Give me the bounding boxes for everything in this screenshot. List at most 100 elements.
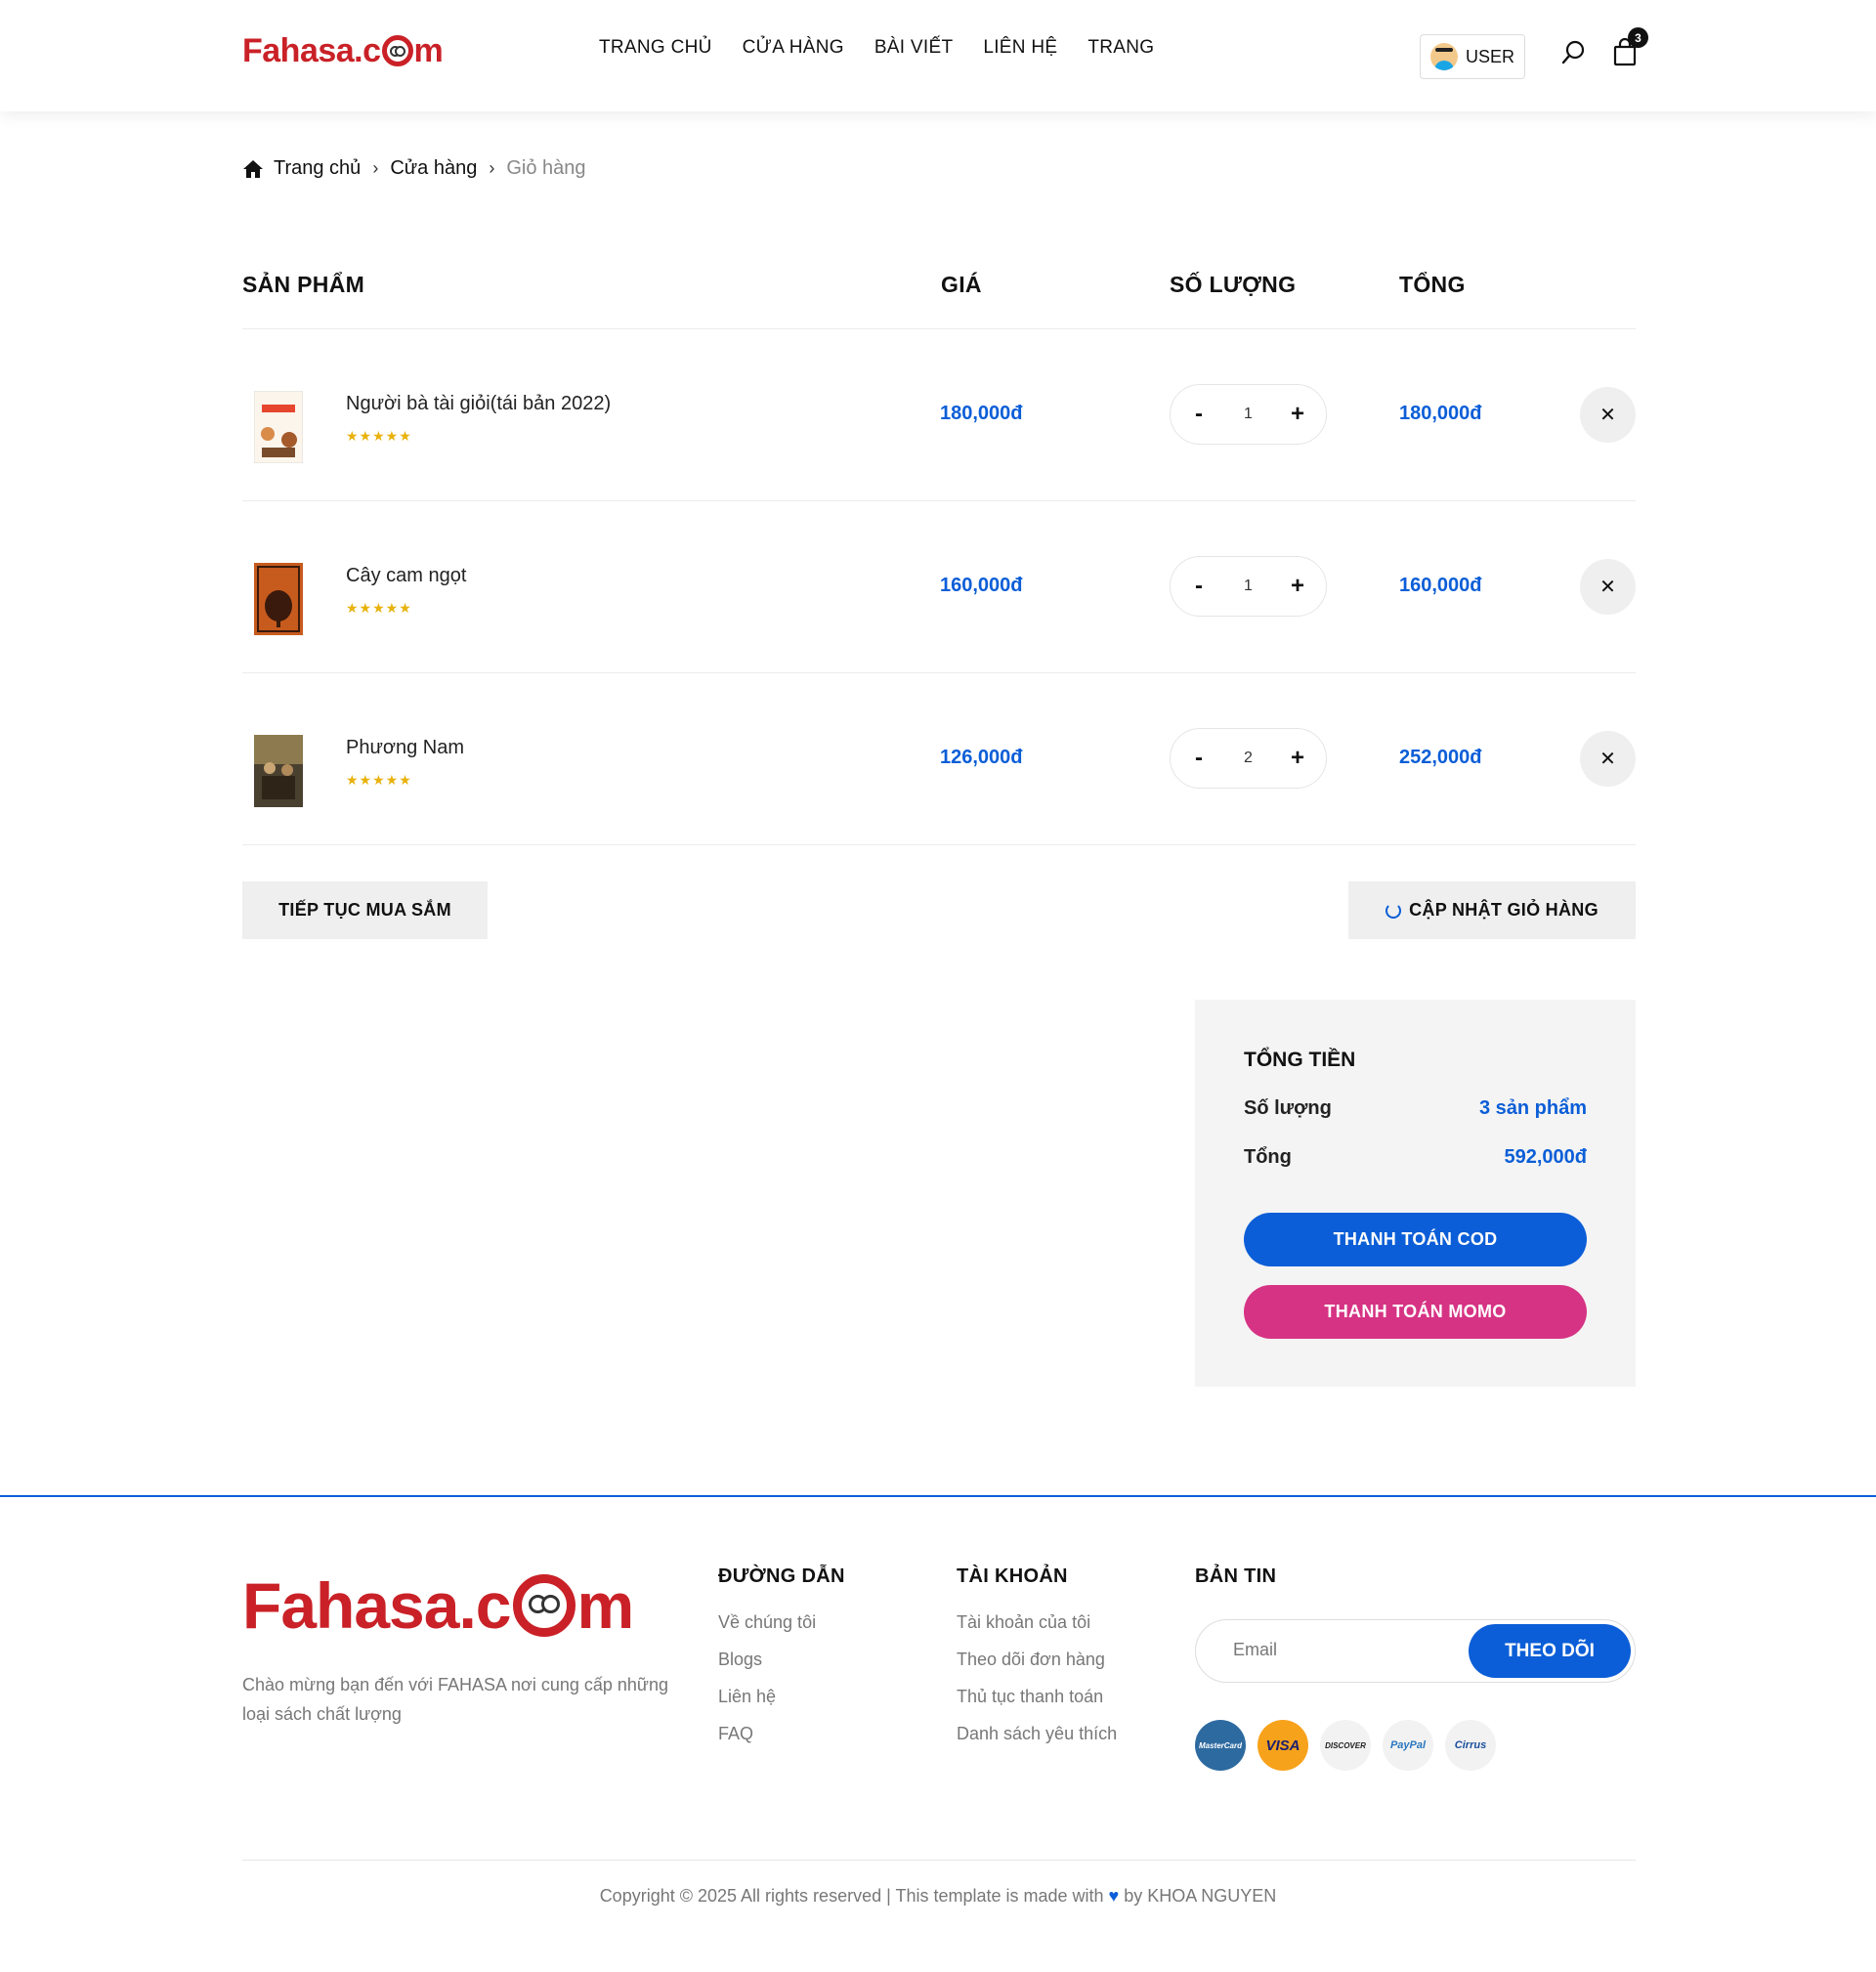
loading-spinner-icon [1386, 902, 1402, 919]
footer-link[interactable]: Danh sách yêu thích [957, 1721, 1117, 1758]
chevron-right-icon: › [489, 158, 495, 178]
newsletter-form: Email THEO DÕI [1195, 1619, 1636, 1683]
footer-link[interactable]: Theo dõi đơn hàng [957, 1647, 1117, 1684]
footer-link[interactable]: Blogs [718, 1647, 816, 1684]
copyright: Copyright © 2025 All rights reserved | T… [0, 1886, 1876, 1907]
continue-shopping-button[interactable]: TIẾP TỤC MUA SẮM [242, 881, 488, 939]
product-name[interactable]: Phương Nam [346, 737, 464, 759]
product-thumbnail[interactable] [254, 735, 303, 807]
rating-stars: ★★★★★ [346, 600, 412, 616]
nav-shop[interactable]: CỬA HÀNG [743, 37, 844, 59]
rating-stars: ★★★★★ [346, 428, 412, 444]
divider [242, 1860, 1636, 1861]
decrease-button[interactable]: - [1188, 745, 1210, 772]
update-cart-button[interactable]: CẬP NHẬT GIỎ HÀNG [1348, 881, 1636, 939]
quantity-stepper: - 2 + [1170, 728, 1327, 789]
divider [242, 328, 1636, 329]
cart-summary: TỔNG TIỀN Số lượng 3 sản phẩm Tổng 592,0… [1195, 1000, 1636, 1387]
footer-account-title: TÀI KHOẢN [957, 1565, 1068, 1587]
nav-home[interactable]: TRANG CHỦ [599, 37, 712, 59]
paypal-icon: PayPal [1383, 1720, 1433, 1771]
product-thumbnail[interactable] [254, 391, 303, 463]
email-field[interactable]: Email [1233, 1640, 1277, 1660]
quantity-stepper: - 1 + [1170, 384, 1327, 445]
line-total: 160,000đ [1399, 575, 1482, 596]
footer-link[interactable]: Tài khoản của tôi [957, 1609, 1117, 1647]
home-icon [243, 159, 263, 178]
cirrus-icon: Cirrus [1445, 1720, 1496, 1771]
footer-link[interactable]: FAQ [718, 1721, 816, 1758]
summary-total-label: Tổng [1244, 1146, 1292, 1168]
column-header-product: SẢN PHẨM [242, 272, 365, 297]
site-header: Fahasa.c m TRANG CHỦ CỬA HÀNG BÀI VIẾT LI… [0, 0, 1876, 111]
footer-about: Chào mừng bạn đến với FAHASA nơi cung cấ… [242, 1675, 668, 1724]
summary-title: TỔNG TIỀN [1244, 1049, 1356, 1071]
remove-item-button[interactable]: ✕ [1580, 559, 1636, 615]
payment-icons: MasterCard VISA DISCOVER PayPal Cirrus [1195, 1720, 1496, 1771]
remove-item-button[interactable]: ✕ [1580, 731, 1636, 787]
summary-qty-value: 3 sản phẩm [1478, 1097, 1587, 1119]
remove-item-button[interactable]: ✕ [1580, 387, 1636, 443]
breadcrumb: Trang chủ › Cửa hàng › Giỏ hàng [242, 157, 586, 180]
search-icon[interactable] [1560, 39, 1588, 66]
column-header-total: TỔNG [1399, 272, 1466, 297]
subscribe-button[interactable]: THEO DÕI [1469, 1624, 1631, 1678]
quantity-value[interactable]: 2 [1244, 750, 1253, 767]
nav-pages[interactable]: TRANG [1087, 37, 1154, 59]
copyright-author: by KHOA NGUYEN [1124, 1886, 1277, 1906]
nav-contact[interactable]: LIÊN HỆ [983, 37, 1057, 59]
quantity-value[interactable]: 1 [1244, 578, 1253, 595]
product-price: 180,000đ [940, 403, 1023, 424]
product-price: 160,000đ [940, 575, 1023, 596]
divider [242, 672, 1636, 673]
nav-blog[interactable]: BÀI VIẾT [874, 37, 954, 59]
divider [242, 844, 1636, 845]
user-label: USER [1466, 46, 1515, 66]
product-name[interactable]: Cây cam ngọt [346, 565, 466, 587]
footer-links-title: ĐƯỜNG DẪN [718, 1565, 845, 1587]
increase-button[interactable]: + [1287, 573, 1308, 600]
close-icon: ✕ [1599, 577, 1616, 598]
quantity-value[interactable]: 1 [1244, 406, 1253, 423]
breadcrumb-home[interactable]: Trang chủ [274, 157, 361, 180]
summary-qty-label: Số lượng [1244, 1097, 1332, 1119]
product-thumbnail[interactable] [254, 563, 303, 635]
decrease-button[interactable]: - [1188, 573, 1210, 600]
footer-news-title: BẢN TIN [1195, 1565, 1277, 1587]
increase-button[interactable]: + [1287, 401, 1308, 428]
pay-cod-button[interactable]: THANH TOÁN COD [1244, 1213, 1587, 1266]
divider [242, 500, 1636, 501]
mastercard-icon: MasterCard [1195, 1720, 1246, 1771]
main-nav: TRANG CHỦ CỬA HÀNG BÀI VIẾT LIÊN HỆ TRAN… [599, 37, 1154, 59]
pay-momo-button[interactable]: THANH TOÁN MOMO [1244, 1285, 1587, 1339]
product-name[interactable]: Người bà tài giỏi(tái bản 2022) [346, 393, 611, 415]
avatar [1430, 43, 1458, 70]
cart-count-badge: 3 [1628, 27, 1648, 48]
footer-link[interactable]: Thủ tục thanh toán [957, 1684, 1117, 1721]
chevron-right-icon: › [372, 158, 379, 178]
line-total: 252,000đ [1399, 747, 1482, 768]
breadcrumb-shop[interactable]: Cửa hàng [390, 157, 477, 180]
discover-icon: DISCOVER [1320, 1720, 1371, 1771]
user-button[interactable]: USER [1420, 34, 1525, 79]
line-total: 180,000đ [1399, 403, 1482, 424]
summary-total-value: 592,000đ [1504, 1146, 1587, 1168]
copyright-text: Copyright © 2025 All rights reserved | T… [599, 1886, 1104, 1906]
column-header-qty: SỐ LƯỢNG [1170, 272, 1297, 297]
visa-icon: VISA [1258, 1720, 1308, 1771]
product-price: 126,000đ [940, 747, 1023, 768]
site-logo[interactable]: Fahasa.c m [242, 31, 444, 70]
footer-account-links: Tài khoản của tôi Theo dõi đơn hàng Thủ … [957, 1609, 1117, 1758]
close-icon: ✕ [1599, 749, 1616, 770]
footer-links: Về chúng tôi Blogs Liên hệ FAQ [718, 1609, 816, 1758]
decrease-button[interactable]: - [1188, 401, 1210, 428]
column-header-price: GIÁ [941, 272, 982, 297]
update-cart-label: CẬP NHẬT GIỎ HÀNG [1409, 900, 1599, 920]
heart-icon: ♥ [1108, 1886, 1120, 1906]
rating-stars: ★★★★★ [346, 772, 412, 788]
footer-link[interactable]: Liên hệ [718, 1684, 816, 1721]
footer-logo[interactable]: Fahasa.c m [242, 1568, 634, 1643]
footer-link[interactable]: Về chúng tôi [718, 1609, 816, 1647]
breadcrumb-current: Giỏ hàng [506, 157, 586, 179]
increase-button[interactable]: + [1287, 745, 1308, 772]
